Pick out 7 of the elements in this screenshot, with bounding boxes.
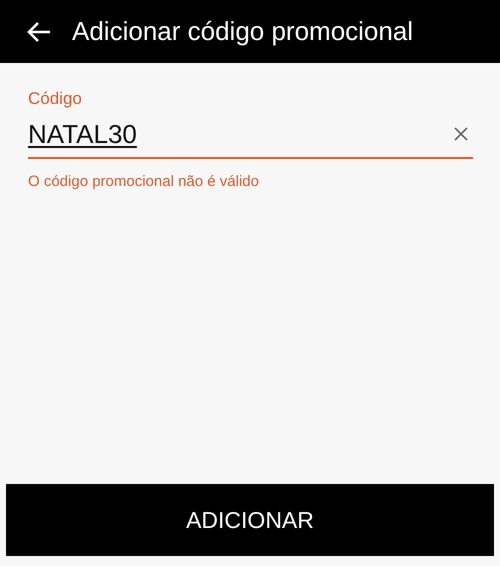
page-title: Adicionar código promocional — [72, 16, 414, 47]
promo-code-input[interactable]: NATAL30 — [28, 118, 453, 150]
field-label: Código — [28, 89, 83, 109]
error-message: O código promocional não é válido — [28, 173, 260, 190]
clear-icon[interactable] — [453, 126, 469, 142]
add-button[interactable]: ADICIONAR — [6, 484, 494, 556]
back-arrow-icon[interactable] — [26, 20, 52, 42]
